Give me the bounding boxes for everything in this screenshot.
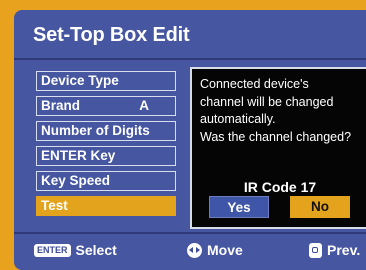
menu-item-test[interactable]: Test [36, 196, 176, 216]
menu-item-label: Key Speed [41, 173, 111, 188]
yes-button[interactable]: Yes [209, 196, 269, 218]
message-line: Was the channel changed? [200, 129, 352, 144]
prev-label: Prev. [327, 242, 361, 258]
footer-divider [14, 232, 366, 234]
dialog-message: Connected device's channel will be chang… [200, 76, 366, 146]
move-label: Move [207, 242, 243, 258]
page-title: Set-Top Box Edit [33, 24, 190, 46]
message-line: automatically. [200, 112, 276, 126]
confirm-dialog: Connected device's channel will be chang… [190, 67, 366, 229]
return-icon [309, 242, 322, 258]
prev-hint: Prev. [309, 242, 360, 258]
message-line: channel will be changed [200, 94, 334, 109]
menu-item-label: Brand [41, 98, 81, 113]
menu-item-enter-key[interactable]: ENTER Key [36, 146, 176, 166]
menu-item-label: Device Type [41, 73, 119, 88]
menu-item-device-type[interactable]: Device Type [36, 71, 176, 91]
menu-item-label: ENTER Key [41, 148, 116, 163]
message-line: Connected device's [200, 77, 309, 91]
menu-item-label: Test [41, 198, 68, 213]
menu-item-value: A [139, 98, 149, 113]
title-divider [14, 58, 366, 60]
menu-item-brand[interactable]: Brand A [36, 96, 176, 116]
no-button[interactable]: No [290, 196, 350, 218]
menu-item-label: Number of Digits [41, 123, 150, 138]
menu-item-number-of-digits[interactable]: Number of Digits [36, 121, 176, 141]
edit-panel: Set-Top Box Edit Device Type Brand A Num… [14, 10, 366, 270]
move-arrows-icon [187, 242, 202, 258]
move-hint: Move [187, 242, 243, 258]
enter-icon: ENTER [34, 243, 71, 257]
menu-item-key-speed[interactable]: Key Speed [36, 171, 176, 191]
select-hint: ENTER Select [34, 242, 117, 258]
select-label: Select [75, 242, 117, 258]
ir-code-label: IR Code 17 [243, 179, 317, 195]
